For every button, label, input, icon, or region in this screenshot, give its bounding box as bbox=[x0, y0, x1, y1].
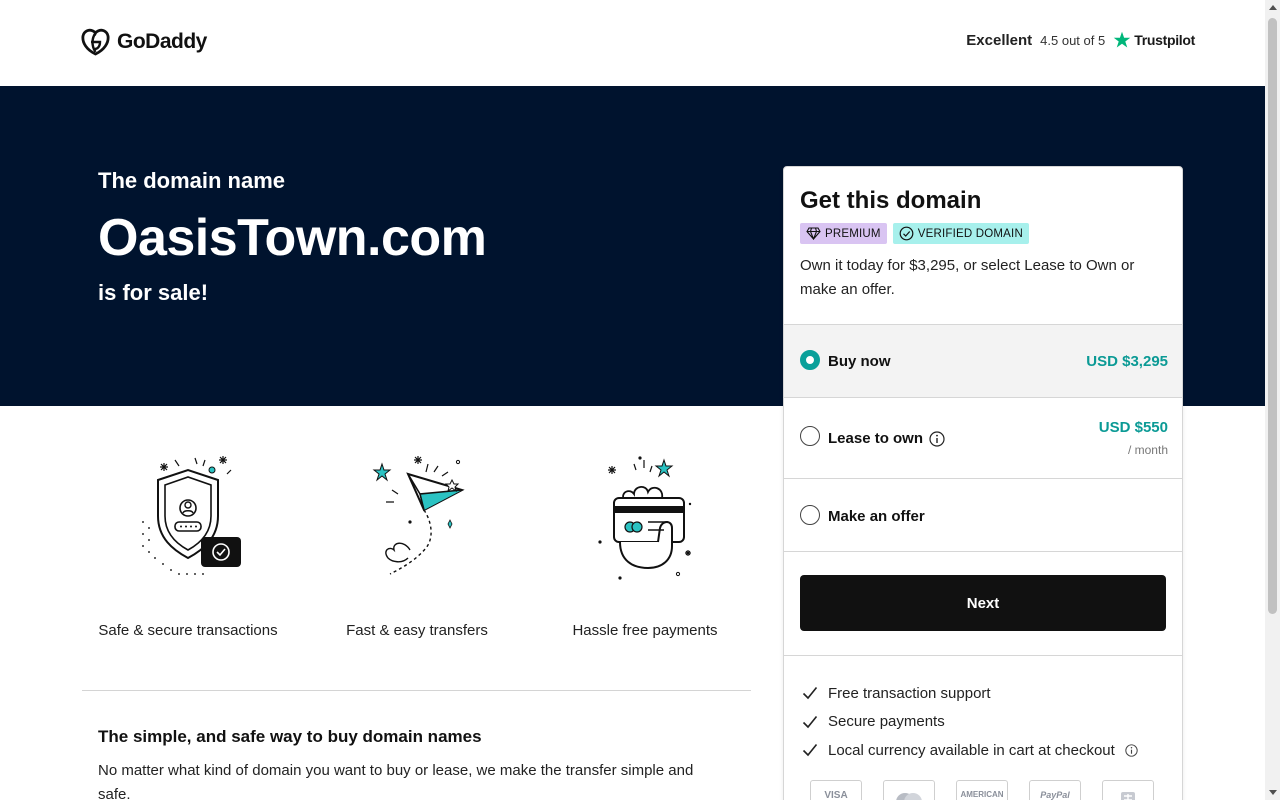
diamond-icon bbox=[806, 227, 821, 240]
scroll-thumb[interactable] bbox=[1268, 18, 1277, 614]
mastercard-icon bbox=[896, 793, 922, 800]
option-price-period: / month bbox=[1127, 443, 1168, 457]
feature-caption: Safe & secure transactions bbox=[98, 622, 278, 639]
paypal-logo: PayPal bbox=[1029, 780, 1081, 800]
badges: PREMIUM VERIFIED DOMAIN bbox=[800, 223, 1029, 244]
feature-secure: Safe & secure transactions bbox=[78, 450, 298, 639]
radio-buy-now[interactable] bbox=[800, 350, 820, 370]
feature-caption: Fast & easy transfers bbox=[346, 622, 488, 639]
shield-lock-icon bbox=[142, 456, 241, 575]
page-scrollbar[interactable] bbox=[1265, 0, 1280, 800]
info-title: The simple, and safe way to buy domain n… bbox=[98, 727, 482, 746]
amex-logo: AMERICAN bbox=[956, 780, 1008, 800]
premium-badge: PREMIUM bbox=[800, 223, 887, 244]
benefit-text: Local currency available in cart at chec… bbox=[828, 741, 1115, 759]
benefit-item: Free transaction support bbox=[802, 679, 1148, 708]
verified-check-icon bbox=[899, 226, 914, 241]
benefit-text: Free transaction support bbox=[828, 684, 991, 702]
logo-text: GoDaddy bbox=[117, 30, 207, 53]
trustpilot-text: Trustpilot bbox=[1134, 32, 1195, 48]
option-buy-now[interactable]: Buy now USD $3,295 bbox=[784, 324, 1182, 397]
trustpilot-star-icon bbox=[1113, 31, 1131, 48]
premium-badge-label: PREMIUM bbox=[825, 227, 881, 240]
card-payment-icon bbox=[598, 456, 692, 580]
option-label-wrap: Lease to own bbox=[828, 430, 945, 447]
option-make-offer[interactable]: Make an offer bbox=[784, 478, 1182, 552]
options-divider bbox=[784, 551, 1182, 552]
alipay-icon bbox=[1121, 792, 1135, 800]
feature-caption: Hassle free payments bbox=[572, 622, 718, 639]
benefits-list: Free transaction support Secure payments… bbox=[802, 679, 1148, 765]
info-text: No matter what kind of domain you want t… bbox=[98, 762, 694, 800]
site-header: GoDaddy Excellent 4.5 out of 5 Trustpilo… bbox=[0, 0, 1265, 86]
radio-make-offer[interactable] bbox=[800, 505, 820, 525]
scroll-up-arrow-icon[interactable] bbox=[1265, 0, 1280, 15]
info-icon[interactable] bbox=[929, 431, 945, 447]
option-label: Lease to own bbox=[828, 430, 924, 447]
option-lease-to-own[interactable]: Lease to own USD $550 / month bbox=[784, 397, 1182, 478]
verified-badge: VERIFIED DOMAIN bbox=[892, 223, 1029, 244]
payment-methods: VISA AMERICAN PayPal bbox=[810, 780, 1154, 800]
next-button[interactable]: Next bbox=[800, 575, 1166, 631]
feature-transfers: Fast & easy transfers bbox=[307, 450, 527, 639]
purchase-card: Get this domain PREMIUM VERIFIED DOMAIN … bbox=[783, 166, 1183, 800]
rating-label: Excellent bbox=[966, 31, 1033, 49]
feature-payments: Hassle free payments bbox=[535, 450, 755, 639]
option-label: Make an offer bbox=[828, 508, 925, 525]
hero-pretitle: The domain name bbox=[98, 168, 286, 193]
card-title: Get this domain bbox=[800, 187, 982, 214]
option-label: Buy now bbox=[828, 353, 891, 370]
benefits-divider bbox=[784, 655, 1182, 656]
check-icon bbox=[802, 715, 818, 728]
card-description: Own it today for $3,295, or select Lease… bbox=[800, 257, 1135, 298]
hero-subtitle: is for sale! bbox=[98, 280, 209, 305]
benefit-item: Secure payments bbox=[802, 708, 1148, 737]
trustpilot-rating[interactable]: Excellent 4.5 out of 5 Trustpilot bbox=[966, 31, 1195, 49]
godaddy-logo-icon bbox=[81, 28, 110, 56]
info-icon[interactable] bbox=[1125, 744, 1138, 757]
check-icon bbox=[802, 744, 818, 757]
radio-lease-to-own[interactable] bbox=[800, 426, 820, 446]
hero-domain-name: OasisTown.com bbox=[98, 209, 487, 267]
scroll-down-arrow-icon[interactable] bbox=[1265, 785, 1280, 800]
paper-plane-icon bbox=[372, 456, 465, 575]
option-price: USD $3,295 bbox=[1086, 353, 1168, 370]
features-row: Safe & secure transactions Fast & easy t… bbox=[82, 450, 752, 640]
mastercard-logo bbox=[883, 780, 935, 800]
section-divider bbox=[82, 690, 751, 691]
benefit-text: Secure payments bbox=[828, 713, 945, 731]
option-price: USD $550 bbox=[1098, 419, 1168, 436]
verified-badge-label: VERIFIED DOMAIN bbox=[917, 227, 1023, 240]
check-icon bbox=[802, 687, 818, 700]
alipay-logo bbox=[1102, 780, 1154, 800]
trustpilot-brand: Trustpilot bbox=[1113, 31, 1195, 49]
visa-logo: VISA bbox=[810, 780, 862, 800]
godaddy-logo[interactable]: GoDaddy bbox=[80, 28, 207, 56]
rating-score: 4.5 out of 5 bbox=[1040, 32, 1106, 48]
benefit-item: Local currency available in cart at chec… bbox=[802, 736, 1148, 765]
